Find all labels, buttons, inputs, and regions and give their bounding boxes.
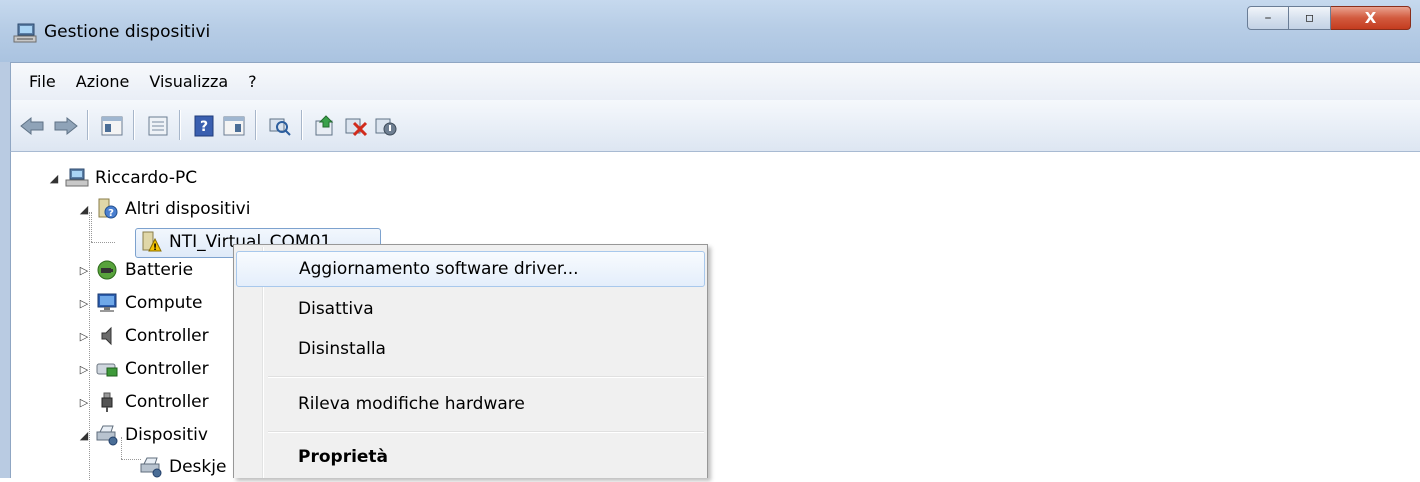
uninstall-icon[interactable] — [341, 111, 371, 141]
tree-node-label: Dispositiv — [125, 425, 208, 445]
expand-arrow-icon[interactable]: ▷ — [77, 395, 91, 409]
expand-arrow-icon[interactable]: ▷ — [77, 362, 91, 376]
expand-arrow-icon[interactable]: ▷ — [77, 329, 91, 343]
tree-node-controller-audio[interactable]: ▷ Controller — [77, 321, 209, 351]
disable-icon[interactable] — [371, 111, 401, 141]
maximize-button[interactable]: ▫ — [1289, 6, 1331, 30]
tree-node-label: Altri dispositivi — [125, 199, 251, 219]
printer-icon — [139, 455, 163, 479]
show-action-pane-icon[interactable] — [219, 111, 249, 141]
context-menu: Aggiornamento software driver... Disatti… — [233, 244, 708, 478]
menu-item-properties[interactable]: Proprietà — [236, 439, 705, 475]
menu-item-label: Aggiornamento software driver... — [299, 259, 579, 279]
toolbar-separator — [179, 110, 181, 140]
tree-node-label: Deskje — [169, 457, 227, 477]
printer-icon — [95, 423, 119, 447]
tree-node-altri-dispositivi[interactable]: ◢ ? Altri dispositivi — [77, 194, 250, 224]
device-tree: ◢ Riccardo-PC ◢ ? Altri dispositivi ! NT… — [10, 152, 1420, 480]
menu-item-update-driver[interactable]: Aggiornamento software driver... — [236, 251, 705, 287]
tree-guide-line — [91, 242, 115, 243]
device-manager-window: Gestione dispositivi – ▫ X File Azione V… — [0, 0, 1420, 480]
toolbar-separator — [133, 110, 135, 140]
menu-separator — [268, 431, 704, 433]
toolbar-separator — [255, 110, 257, 140]
tree-guide-line — [121, 459, 141, 460]
svg-text:!: ! — [153, 243, 157, 253]
menu-item-label: Proprietà — [298, 447, 389, 467]
expand-arrow-icon[interactable]: ▷ — [77, 263, 91, 277]
menu-file[interactable]: File — [11, 72, 66, 91]
update-driver-icon[interactable] — [311, 111, 341, 141]
monitor-icon — [95, 291, 119, 315]
tree-node-label: Controller — [125, 359, 209, 379]
storage-controller-icon — [95, 357, 119, 381]
collapse-arrow-icon[interactable]: ◢ — [47, 171, 61, 185]
warning-device-icon: ! — [139, 230, 163, 254]
toolbar-separator — [87, 110, 89, 140]
tree-root-label: Riccardo-PC — [95, 168, 198, 188]
collapse-arrow-icon[interactable]: ◢ — [77, 202, 91, 216]
menu-item-uninstall[interactable]: Disinstalla — [236, 331, 705, 367]
menu-azione[interactable]: Azione — [66, 72, 140, 91]
caption-buttons: – ▫ X — [1247, 6, 1411, 30]
toolbar: ? — [10, 100, 1420, 152]
window-title: Gestione dispositivi — [44, 22, 211, 42]
tree-root[interactable]: ◢ Riccardo-PC — [47, 163, 197, 193]
unknown-device-icon: ? — [95, 197, 119, 221]
tree-node-label: Controller — [125, 392, 209, 412]
tree-node-batterie[interactable]: ▷ Batterie — [77, 255, 193, 285]
properties-icon[interactable] — [143, 111, 173, 141]
svg-text:?: ? — [200, 119, 208, 135]
device-manager-icon — [13, 23, 37, 43]
scan-hardware-icon[interactable] — [265, 111, 295, 141]
collapse-arrow-icon[interactable]: ◢ — [77, 428, 91, 442]
svg-text:?: ? — [108, 208, 114, 219]
battery-icon — [95, 258, 119, 282]
window-border — [0, 62, 10, 478]
minimize-button[interactable]: – — [1247, 6, 1289, 30]
tree-node-label: Batterie — [125, 260, 194, 280]
expand-arrow-icon[interactable]: ▷ — [77, 296, 91, 310]
menu-item-label: Rileva modifiche hardware — [298, 394, 525, 414]
menu-visualizza[interactable]: Visualizza — [139, 72, 238, 91]
speaker-icon — [95, 324, 119, 348]
tree-node-label: Compute — [125, 293, 203, 313]
usb-plug-icon — [95, 390, 119, 414]
show-hide-console-tree-icon[interactable] — [97, 111, 127, 141]
menu-bar: File Azione Visualizza ? — [10, 62, 1420, 100]
forward-icon[interactable] — [51, 111, 81, 141]
title-bar[interactable]: Gestione dispositivi – ▫ X — [0, 0, 1420, 62]
close-button[interactable]: X — [1331, 6, 1411, 30]
menu-item-scan-hardware[interactable]: Rileva modifiche hardware — [236, 386, 705, 422]
tree-node-label: Controller — [125, 326, 209, 346]
toolbar-separator — [301, 110, 303, 140]
menu-separator — [268, 376, 704, 378]
tree-node-controller-usb[interactable]: ▷ Controller — [77, 387, 209, 417]
menu-help[interactable]: ? — [238, 72, 267, 91]
back-icon[interactable] — [17, 111, 47, 141]
help-icon[interactable]: ? — [189, 111, 219, 141]
computer-icon — [65, 166, 89, 190]
menu-item-label: Disinstalla — [298, 339, 386, 359]
tree-node-computer[interactable]: ▷ Compute — [77, 288, 203, 318]
tree-node-controller-storage[interactable]: ▷ Controller — [77, 354, 209, 384]
menu-item-label: Disattiva — [298, 299, 374, 319]
tree-node-dispositivi[interactable]: ◢ Dispositiv — [77, 420, 208, 450]
menu-item-disable[interactable]: Disattiva — [236, 291, 705, 327]
